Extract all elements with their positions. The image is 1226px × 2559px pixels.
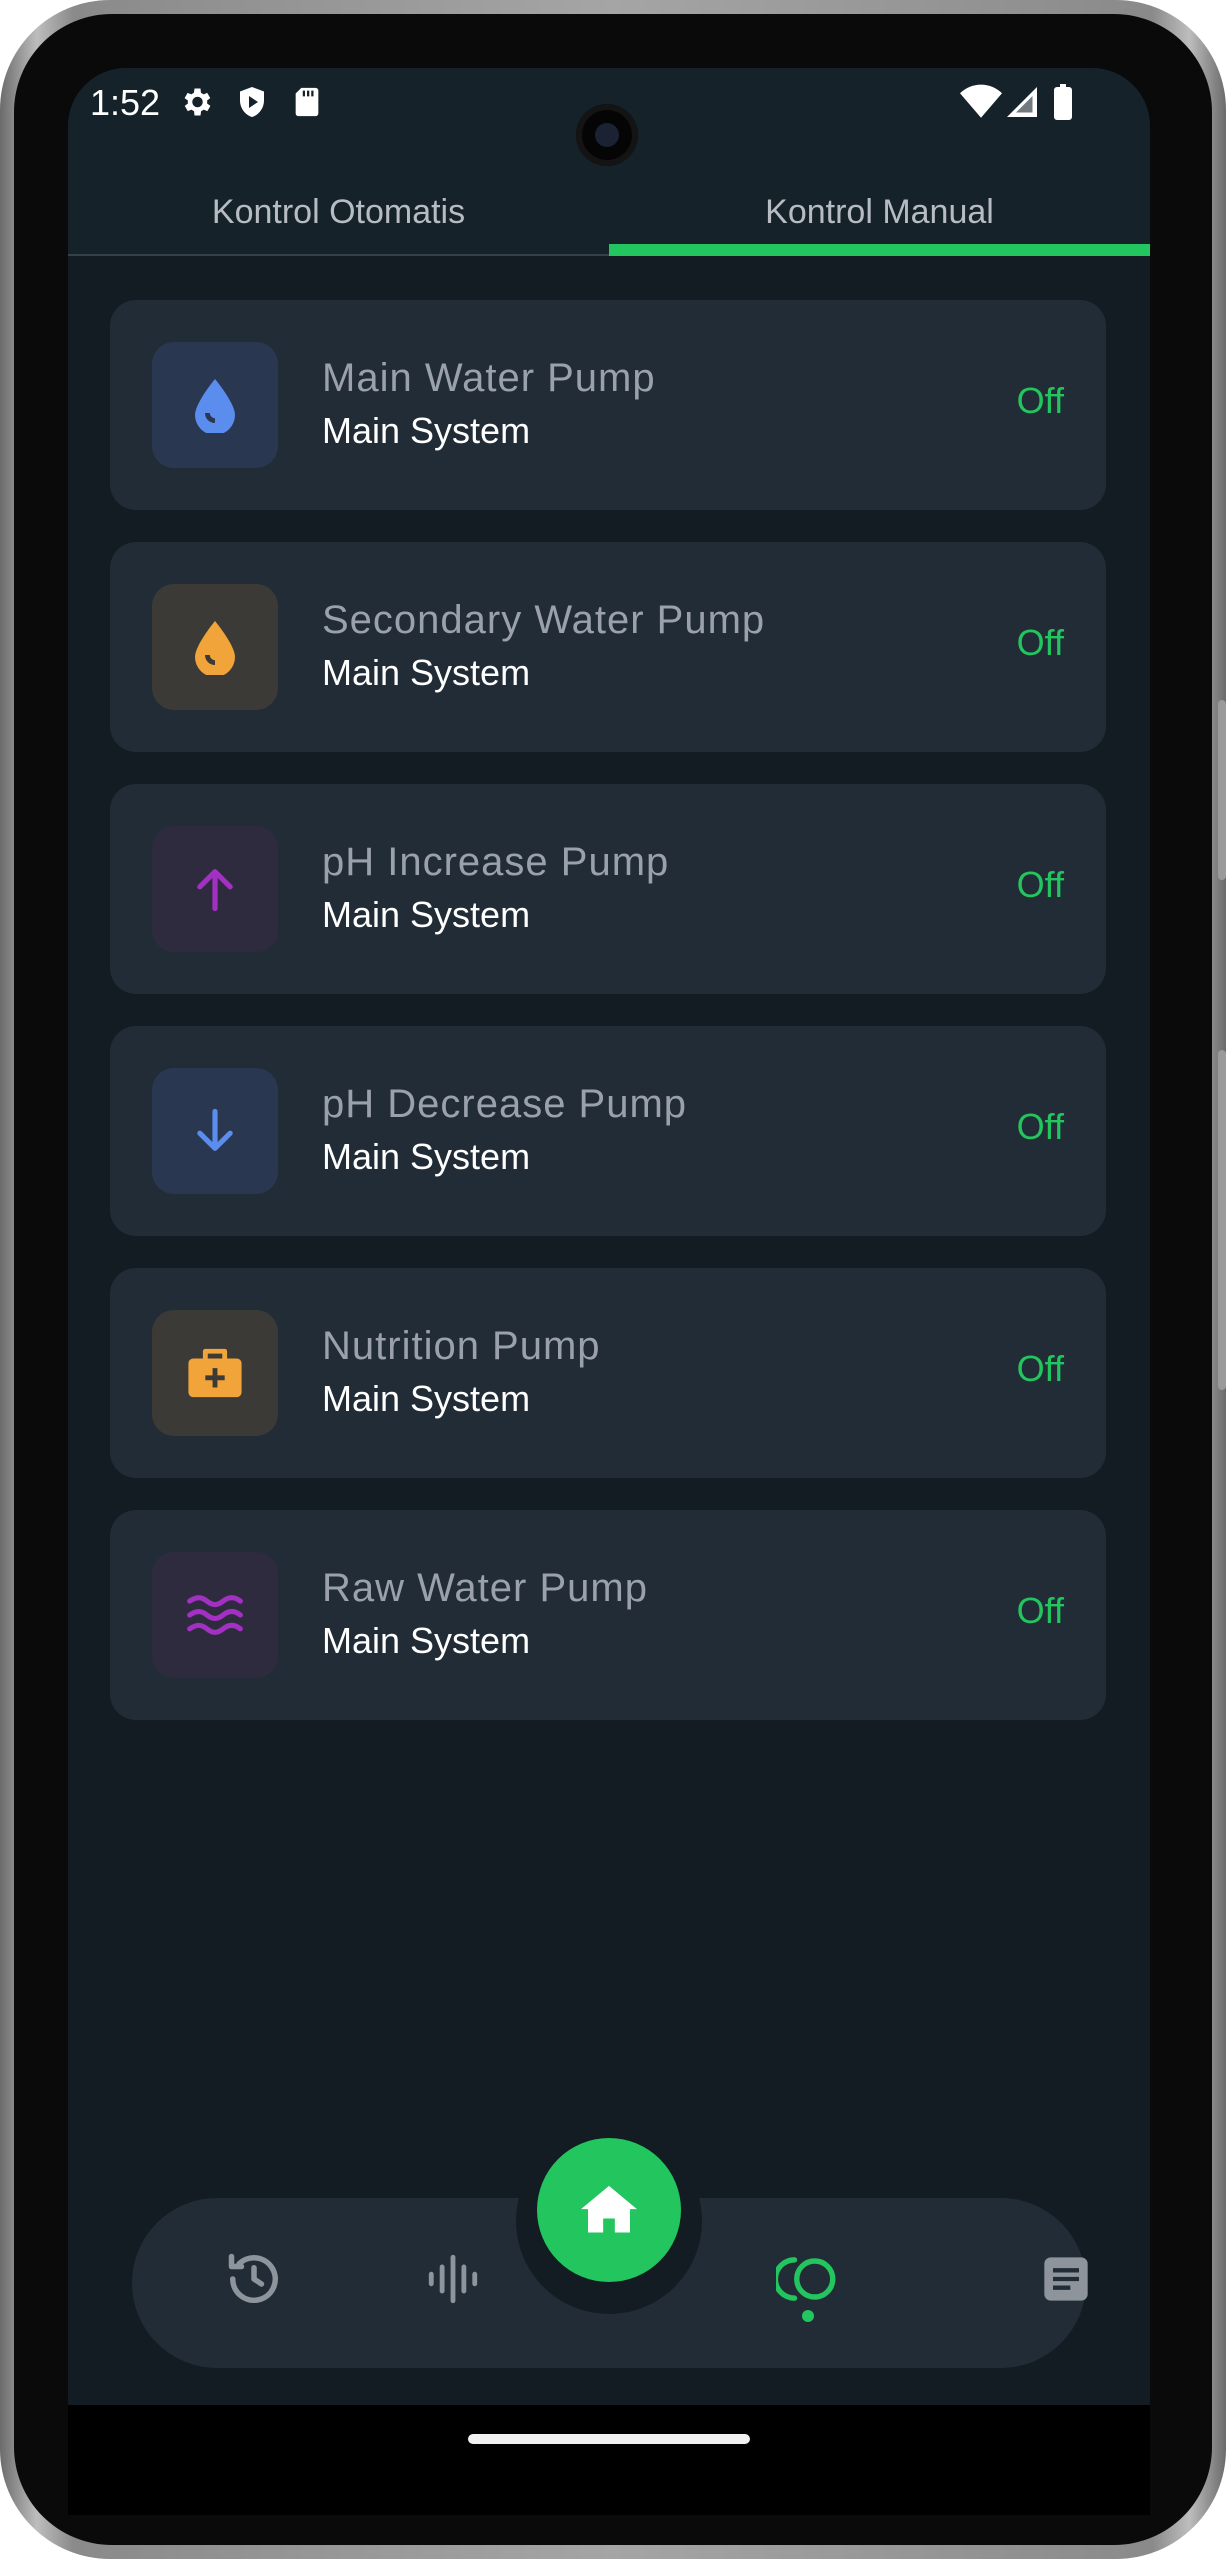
device-state[interactable]: Off — [1017, 380, 1064, 422]
battery-icon — [1052, 84, 1074, 125]
medical-kit-icon — [152, 1310, 278, 1436]
wifi-icon — [960, 84, 1002, 125]
sensor-button[interactable] — [418, 2246, 488, 2316]
sound-wave-icon — [424, 2250, 482, 2313]
device-state[interactable]: Off — [1017, 1590, 1064, 1632]
tab-kontrol-otomatis[interactable]: Kontrol Otomatis — [68, 168, 609, 256]
device-card[interactable]: Nutrition Pump Main System Off — [110, 1268, 1106, 1478]
sd-card-icon — [290, 84, 324, 125]
navigation-bar — [68, 2405, 1150, 2515]
device-card[interactable]: pH Increase Pump Main System Off — [110, 784, 1106, 994]
water-drop-icon — [152, 342, 278, 468]
control-icon — [772, 2252, 840, 2311]
volume-button — [1218, 700, 1226, 880]
device-card[interactable]: pH Decrease Pump Main System Off — [110, 1026, 1106, 1236]
waves-icon — [152, 1552, 278, 1678]
device-name: Raw Water Pump — [322, 1566, 648, 1610]
home-button[interactable] — [537, 2138, 681, 2282]
control-button[interactable] — [772, 2246, 843, 2316]
device-name: Nutrition Pump — [322, 1324, 601, 1368]
device-group: Main System — [322, 1620, 531, 1661]
device-state[interactable]: Off — [1017, 1348, 1064, 1390]
history-button[interactable] — [219, 2246, 289, 2316]
device-state[interactable]: Off — [1017, 1106, 1064, 1148]
arrow-up-icon — [152, 826, 278, 952]
device-group: Main System — [322, 1136, 531, 1177]
device-card[interactable]: Main Water Pump Main System Off — [110, 300, 1106, 510]
device-group: Main System — [322, 894, 531, 935]
gesture-home-indicator[interactable] — [468, 2434, 750, 2444]
tab-bar: Kontrol Otomatis Kontrol Manual — [68, 168, 1150, 256]
device-group: Main System — [322, 652, 531, 693]
cellular-signal-icon — [1004, 84, 1040, 125]
tab-selected-indicator — [609, 244, 1150, 256]
device-name: pH Increase Pump — [322, 840, 670, 884]
status-time: 1:52 — [90, 82, 161, 123]
device-name: pH Decrease Pump — [322, 1082, 688, 1126]
front-camera — [576, 104, 638, 166]
history-icon — [224, 2249, 284, 2314]
arrow-down-icon — [152, 1068, 278, 1194]
device-card[interactable]: Raw Water Pump Main System Off — [110, 1510, 1106, 1720]
device-group: Main System — [322, 410, 531, 451]
water-drop-icon — [152, 584, 278, 710]
tab-kontrol-manual[interactable]: Kontrol Manual — [609, 168, 1150, 256]
device-state[interactable]: Off — [1017, 864, 1064, 906]
report-icon — [1040, 2253, 1092, 2310]
device-state[interactable]: Off — [1017, 622, 1064, 664]
device-name: Main Water Pump — [322, 356, 656, 400]
device-list: Main Water Pump Main System Off Secondar… — [110, 300, 1106, 1752]
device-name: Secondary Water Pump — [322, 598, 766, 642]
report-button[interactable] — [1031, 2246, 1101, 2316]
home-icon — [581, 2183, 637, 2238]
shield-play-icon — [234, 84, 270, 125]
active-indicator-dot — [802, 2310, 814, 2322]
settings-icon — [178, 84, 214, 125]
app-screen: 1:52 Kontrol Otomatis Kontrol Manual Mai… — [68, 68, 1150, 2405]
device-card[interactable]: Secondary Water Pump Main System Off — [110, 542, 1106, 752]
device-group: Main System — [322, 1378, 531, 1419]
power-button — [1218, 1050, 1226, 1390]
